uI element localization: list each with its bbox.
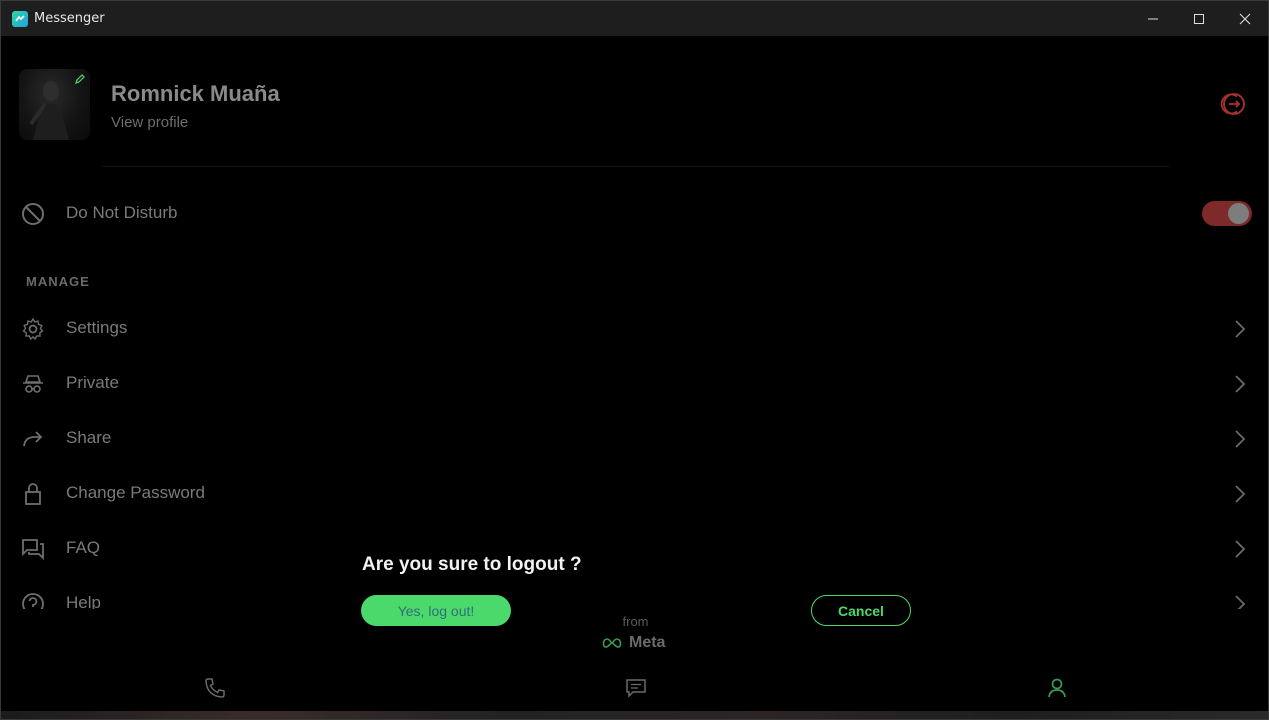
logout-dialog-title: Are you sure to logout ? xyxy=(362,554,582,575)
incognito-icon xyxy=(21,372,45,396)
menu-item-label: FAQ xyxy=(66,538,101,557)
help-icon xyxy=(21,592,45,609)
do-not-disturb-icon xyxy=(21,202,45,226)
do-not-disturb-toggle[interactable] xyxy=(1202,201,1252,226)
menu-item-help[interactable]: Help xyxy=(1,579,1268,609)
lock-icon xyxy=(21,482,45,506)
menu-item-label: Change Password xyxy=(66,483,205,502)
chat-bubbles-icon xyxy=(21,537,45,561)
chat-icon xyxy=(626,679,646,698)
menu-item-change-password[interactable]: Change Password xyxy=(1,469,1268,519)
chevron-right-icon xyxy=(1235,375,1246,393)
manage-section-label: MANAGE xyxy=(26,274,90,289)
menu-item-label: Settings xyxy=(66,318,128,337)
profile-divider xyxy=(102,166,1169,167)
help-row-clip: Help xyxy=(1,579,1268,609)
from-label: from xyxy=(622,614,649,629)
maximize-icon xyxy=(1194,13,1204,24)
menu-item-private[interactable]: Private xyxy=(1,359,1268,409)
calls-tab[interactable] xyxy=(203,676,227,700)
chevron-right-icon xyxy=(1235,485,1246,503)
do-not-disturb-label: Do Not Disturb xyxy=(66,203,178,222)
chevron-right-icon xyxy=(1235,430,1246,448)
phone-icon xyxy=(205,678,225,698)
brand-name: Meta xyxy=(629,634,666,651)
profile-tab[interactable] xyxy=(1045,676,1069,700)
minimize-icon xyxy=(1148,18,1158,19)
gear-icon xyxy=(21,317,45,341)
view-profile-link[interactable]: View profile xyxy=(111,114,188,131)
minimize-button[interactable] xyxy=(1130,1,1176,36)
menu-item-share[interactable]: Share xyxy=(1,414,1268,464)
meta-logo-icon xyxy=(602,638,622,648)
close-icon xyxy=(1239,13,1251,24)
do-not-disturb-row[interactable]: Do Not Disturb xyxy=(1,189,1268,239)
chevron-right-icon xyxy=(1235,595,1246,609)
share-icon xyxy=(21,427,45,451)
bottom-nav xyxy=(1,666,1268,711)
edit-avatar-button[interactable] xyxy=(70,70,90,88)
menu-item-label: Private xyxy=(66,373,119,392)
logout-button[interactable] xyxy=(1220,91,1247,117)
menu-item-settings[interactable]: Settings xyxy=(1,304,1268,354)
profile-name: Romnick Muaña xyxy=(111,81,280,106)
toggle-knob xyxy=(1228,203,1249,224)
chats-tab[interactable] xyxy=(624,676,648,700)
pencil-icon xyxy=(75,74,85,84)
logout-icon xyxy=(1220,93,1245,115)
messenger-window: Messenger Romnick Muaña View profile Do … xyxy=(0,0,1269,720)
chevron-right-icon xyxy=(1235,320,1246,338)
meta-brand: Meta xyxy=(601,634,665,652)
menu-item-label: Help xyxy=(66,593,101,609)
chevron-right-icon xyxy=(1235,540,1246,558)
messenger-app-icon xyxy=(12,10,28,27)
menu-item-faq[interactable]: FAQ xyxy=(1,524,1268,574)
background-strip xyxy=(1,711,1268,719)
maximize-button[interactable] xyxy=(1176,1,1222,36)
profile-icon xyxy=(1048,678,1066,698)
close-button[interactable] xyxy=(1222,1,1268,36)
title-bar[interactable]: Messenger xyxy=(1,1,1268,36)
menu-item-label: Share xyxy=(66,428,112,447)
window-title: Messenger xyxy=(34,11,105,26)
